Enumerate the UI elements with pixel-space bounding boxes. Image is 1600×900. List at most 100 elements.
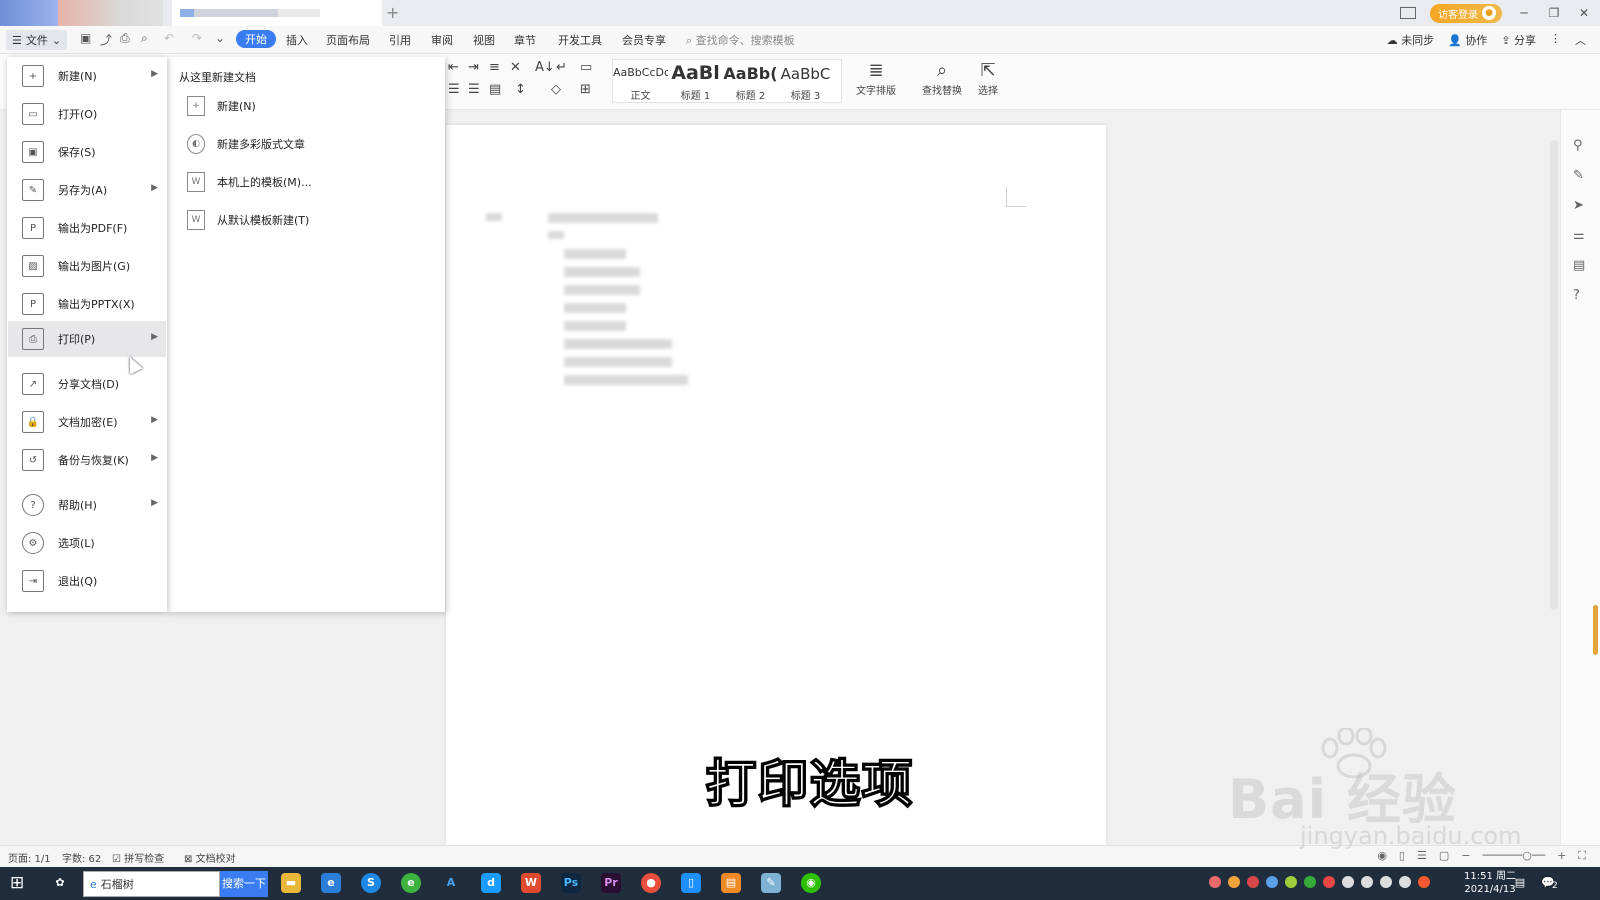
- more-icon[interactable]: ⋮: [1550, 32, 1561, 48]
- submenu-new-colorful[interactable]: ◐ 新建多彩版式文章: [187, 131, 305, 157]
- border-icon[interactable]: ⊞: [580, 82, 591, 97]
- blurred-tab-active[interactable]: [172, 0, 382, 26]
- restore-icon[interactable]: ❐: [1546, 6, 1562, 20]
- style-pane-icon[interactable]: ⚲: [1573, 138, 1583, 153]
- sync-button[interactable]: ☁ 未同步: [1387, 32, 1435, 48]
- visitor-login-button[interactable]: 访客登录 ●: [1430, 3, 1502, 23]
- collaborate-button[interactable]: 👤 协作: [1448, 32, 1487, 48]
- tab-references[interactable]: 引用: [389, 32, 411, 48]
- show-marks-icon[interactable]: ↵: [556, 60, 567, 75]
- tray-icon[interactable]: [1266, 876, 1278, 888]
- help-icon[interactable]: ?: [1573, 288, 1580, 303]
- blurred-tab-2[interactable]: [58, 0, 163, 26]
- pen-icon[interactable]: ✎: [1573, 168, 1584, 183]
- command-search[interactable]: ⌕ 查找命令、搜索模板: [686, 32, 795, 48]
- battery-icon[interactable]: [1342, 876, 1354, 888]
- share-button[interactable]: ⇪ 分享: [1501, 32, 1536, 48]
- document-page[interactable]: [446, 125, 1106, 845]
- app-a-icon[interactable]: A: [441, 873, 461, 893]
- vertical-scrollbar[interactable]: [1550, 140, 1558, 610]
- zoom-slider[interactable]: ──────○──: [1482, 849, 1545, 863]
- chinese-layout-icon[interactable]: ✕: [510, 60, 521, 75]
- page-view-icon[interactable]: ▯: [1399, 849, 1405, 863]
- submenu-new[interactable]: + 新建(N): [187, 93, 256, 119]
- outline-view-icon[interactable]: ☰: [1417, 849, 1427, 863]
- app-blue-icon[interactable]: ▯: [681, 873, 701, 893]
- taskbar-search-button[interactable]: 搜索一下: [220, 871, 268, 897]
- premiere-icon[interactable]: Pr: [601, 873, 621, 893]
- tray-icon[interactable]: [1285, 876, 1297, 888]
- side-drag-handle[interactable]: [1593, 605, 1598, 655]
- new-tab-icon[interactable]: +: [386, 3, 399, 22]
- taskbar-clock[interactable]: 11:51 周二 2021/4/13: [1464, 870, 1516, 896]
- align-center-icon[interactable]: ☰: [448, 82, 460, 97]
- style-heading-3[interactable]: AaBbC 标题 3: [778, 60, 833, 104]
- menu-item-export-image[interactable]: ▨ 输出为图片(G): [8, 248, 166, 284]
- submenu-default-template[interactable]: W 从默认模板新建(T): [187, 207, 309, 233]
- tab-review[interactable]: 审阅: [431, 32, 453, 48]
- tray-icon[interactable]: [1228, 876, 1240, 888]
- tab-page-layout[interactable]: 页面布局: [326, 32, 370, 48]
- menu-item-backup[interactable]: ↺ 备份与恢复(K) ▶: [8, 442, 166, 478]
- archive-icon[interactable]: ▤: [1573, 258, 1585, 273]
- tab-home[interactable]: 开始: [236, 30, 276, 48]
- web-view-icon[interactable]: ▢: [1439, 849, 1449, 863]
- zoom-in-icon[interactable]: +: [1557, 849, 1566, 863]
- minimize-icon[interactable]: ─: [1516, 6, 1532, 20]
- indent-increase-icon[interactable]: ⇥: [468, 60, 479, 75]
- preview-quick-icon[interactable]: ⌕: [141, 31, 148, 46]
- eye-icon[interactable]: ◉: [1377, 849, 1387, 863]
- notification-center-icon[interactable]: ▤: [1510, 873, 1530, 893]
- browser-3-icon[interactable]: e: [401, 873, 421, 893]
- edge-icon[interactable]: e: [321, 873, 341, 893]
- menu-item-save-as[interactable]: ✎ 另存为(A) ▶: [8, 172, 166, 208]
- volume-icon[interactable]: [1399, 876, 1411, 888]
- tab-dev-tools[interactable]: 开发工具: [558, 32, 602, 48]
- export-quick-icon[interactable]: ⤴: [100, 31, 112, 48]
- doc-proof-toggle[interactable]: ⊠ 文档校对: [184, 850, 236, 865]
- microphone-icon[interactable]: [1361, 876, 1373, 888]
- tab-member[interactable]: 会员专享: [622, 32, 666, 48]
- zoom-out-icon[interactable]: −: [1461, 849, 1470, 863]
- menu-item-new[interactable]: + 新建(N) ▶: [8, 58, 166, 94]
- photoshop-icon[interactable]: Ps: [561, 873, 581, 893]
- wechat-icon[interactable]: ◉: [801, 873, 821, 893]
- word-count[interactable]: 字数: 62: [62, 850, 101, 865]
- undo-icon[interactable]: ↶: [164, 31, 174, 45]
- tray-icon[interactable]: [1323, 876, 1335, 888]
- tab-chapter[interactable]: 章节: [514, 32, 536, 48]
- app-icon[interactable]: ✿: [50, 873, 70, 893]
- menu-item-export-pdf[interactable]: P 输出为PDF(F): [8, 210, 166, 246]
- indent-decrease-icon[interactable]: ⇤: [448, 60, 459, 75]
- browser-2-icon[interactable]: S: [361, 873, 381, 893]
- fullscreen-icon[interactable]: ⛶: [1578, 849, 1586, 863]
- taskbar-search-input[interactable]: e 石榴树: [83, 871, 220, 897]
- tab-view[interactable]: 视图: [473, 32, 495, 48]
- windows-start-icon[interactable]: ⊞: [10, 873, 24, 893]
- file-explorer-icon[interactable]: ▬: [281, 873, 301, 893]
- network-icon[interactable]: [1380, 876, 1392, 888]
- close-icon[interactable]: ✕: [1576, 6, 1592, 20]
- save-quick-icon[interactable]: ▣: [80, 31, 91, 45]
- menu-item-help[interactable]: ? 帮助(H) ▶: [8, 487, 166, 523]
- align-justify-icon[interactable]: ☰: [468, 82, 480, 97]
- list-icon[interactable]: ≡: [489, 60, 500, 75]
- menu-item-export-pptx[interactable]: P 输出为PPTX(X): [8, 286, 166, 322]
- distribute-icon[interactable]: ▤: [489, 82, 501, 97]
- redo-icon[interactable]: ↷: [192, 31, 202, 45]
- menu-item-options[interactable]: ⚙ 选项(L): [8, 525, 166, 561]
- menu-item-exit[interactable]: ⇥ 退出(Q): [8, 563, 166, 599]
- style-normal[interactable]: AaBbCcDc 正文: [613, 60, 668, 104]
- app-notes-icon[interactable]: ✎: [761, 873, 781, 893]
- customize-chevron-icon[interactable]: ⌄: [215, 31, 225, 45]
- chrome-icon[interactable]: ●: [641, 873, 661, 893]
- select-button[interactable]: ⇱ 选择: [978, 60, 998, 97]
- text-layout-button[interactable]: ≣ 文字排版: [856, 60, 896, 97]
- spell-check-toggle[interactable]: ☑ 拼写检查: [112, 850, 164, 865]
- style-heading-2[interactable]: AaBb( 标题 2: [723, 60, 778, 104]
- menu-item-open[interactable]: ▭ 打开(O): [8, 96, 166, 132]
- file-menu-button[interactable]: ☰ 文件 ⌄: [6, 30, 68, 50]
- sort-icon[interactable]: A↓: [535, 60, 555, 75]
- app-orange-icon[interactable]: ▤: [721, 873, 741, 893]
- tab-insert[interactable]: 插入: [286, 32, 308, 48]
